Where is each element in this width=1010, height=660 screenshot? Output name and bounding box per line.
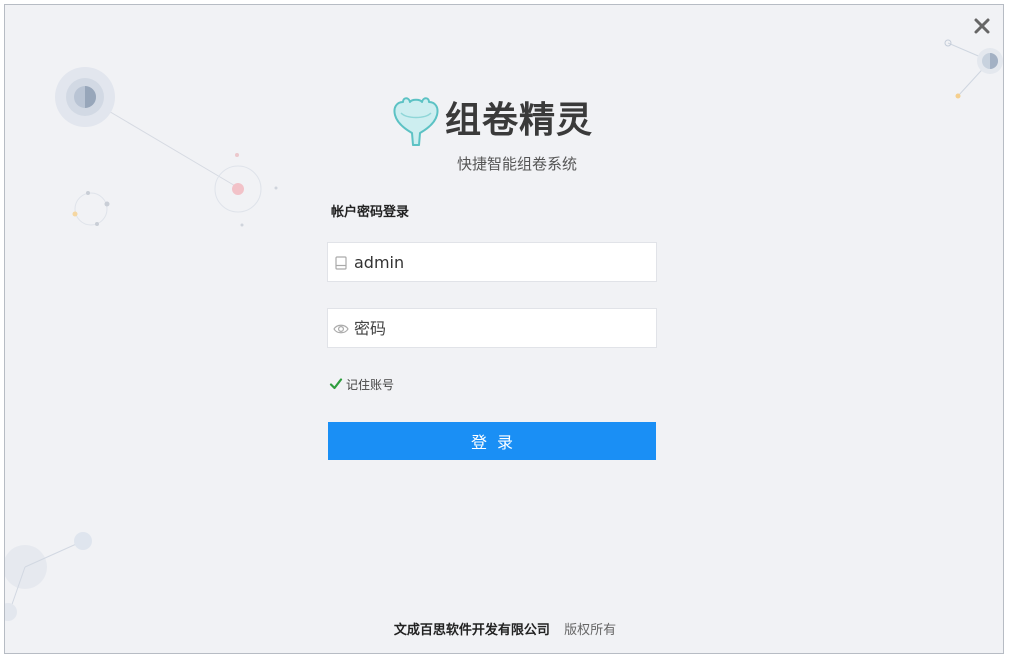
password-input[interactable] [354,309,650,347]
app-logo-icon [393,97,439,146]
company-name: 文成百思软件开发有限公司 [393,623,550,638]
login-heading: 帐户密码登录 [331,205,410,220]
app-subtitle: 快捷智能组卷系统 [457,155,578,173]
footer: 文成百思软件开发有限公司 版权所有 [5,619,1003,638]
copyright-text: 版权所有 [564,623,617,638]
user-account-icon [335,256,347,270]
remember-account-label[interactable]: 记住账号 [346,376,394,393]
checkmark-icon[interactable] [329,377,343,391]
username-field[interactable] [327,242,657,282]
close-icon[interactable] [971,15,993,37]
app-title: 组卷精灵 [445,100,594,141]
login-button[interactable]: 登录 [328,422,656,460]
eye-icon[interactable] [333,321,349,337]
password-field[interactable] [327,308,657,348]
login-window: 组卷精灵 快捷智能组卷系统 帐户密码登录 记住账号 登录 文成百思软件开发有限公… [4,4,1004,654]
username-input[interactable] [354,243,650,281]
